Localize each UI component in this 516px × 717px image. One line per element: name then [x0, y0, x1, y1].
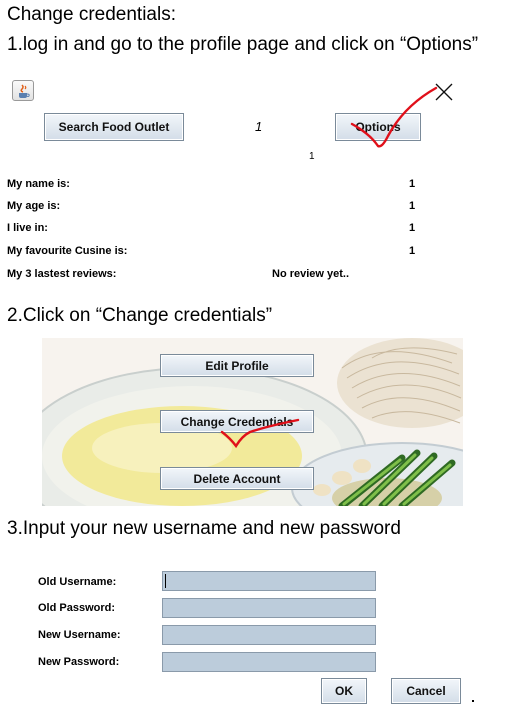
profile-cuisine-label: My favourite Cusine is: [7, 245, 128, 257]
java-cup-icon [19, 84, 30, 98]
step-2-heading: 2.Click on “Change credentials” [7, 305, 273, 326]
profile-age-value: 1 [409, 200, 416, 212]
search-food-outlet-button[interactable]: Search Food Outlet [44, 113, 184, 141]
profile-age-label: My age is: [7, 200, 61, 212]
delete-account-button[interactable]: Delete Account [160, 467, 314, 490]
document-title: Change credentials: [7, 4, 176, 25]
new-password-label: New Password: [38, 656, 120, 668]
step-3-heading: 3.Input your new username and new passwo… [7, 518, 401, 539]
profile-reviews-value: No review yet.. [272, 268, 350, 280]
java-icon[interactable] [12, 80, 34, 101]
profile-cuisine-value: 1 [409, 245, 416, 257]
cancel-button[interactable]: Cancel [391, 678, 461, 704]
step-1-heading: 1.log in and go to the profile page and … [7, 34, 479, 55]
close-x-icon [435, 83, 453, 101]
profile-location-value: 1 [409, 222, 416, 234]
profile-location-label: I live in: [7, 222, 48, 234]
old-password-input[interactable] [162, 598, 376, 618]
change-credentials-button[interactable]: Change Credentials [160, 410, 314, 433]
profile-reviews-label: My 3 lastest reviews: [7, 268, 117, 280]
italic-number-label: 1 [255, 119, 263, 134]
profile-name-label: My name is: [7, 178, 70, 190]
new-username-input[interactable] [162, 625, 376, 645]
profile-name-value: 1 [409, 178, 416, 190]
small-number-label: 1 [309, 151, 315, 162]
old-username-input[interactable] [162, 571, 376, 591]
options-button[interactable]: Options [335, 113, 421, 141]
old-password-label: Old Password: [38, 602, 116, 614]
new-username-label: New Username: [38, 629, 121, 641]
edit-profile-button[interactable]: Edit Profile [160, 354, 314, 377]
new-password-input[interactable] [162, 652, 376, 672]
ok-button[interactable]: OK [321, 678, 367, 704]
old-username-label: Old Username: [38, 576, 117, 588]
trailing-dot [472, 700, 474, 702]
text-cursor [165, 574, 166, 588]
